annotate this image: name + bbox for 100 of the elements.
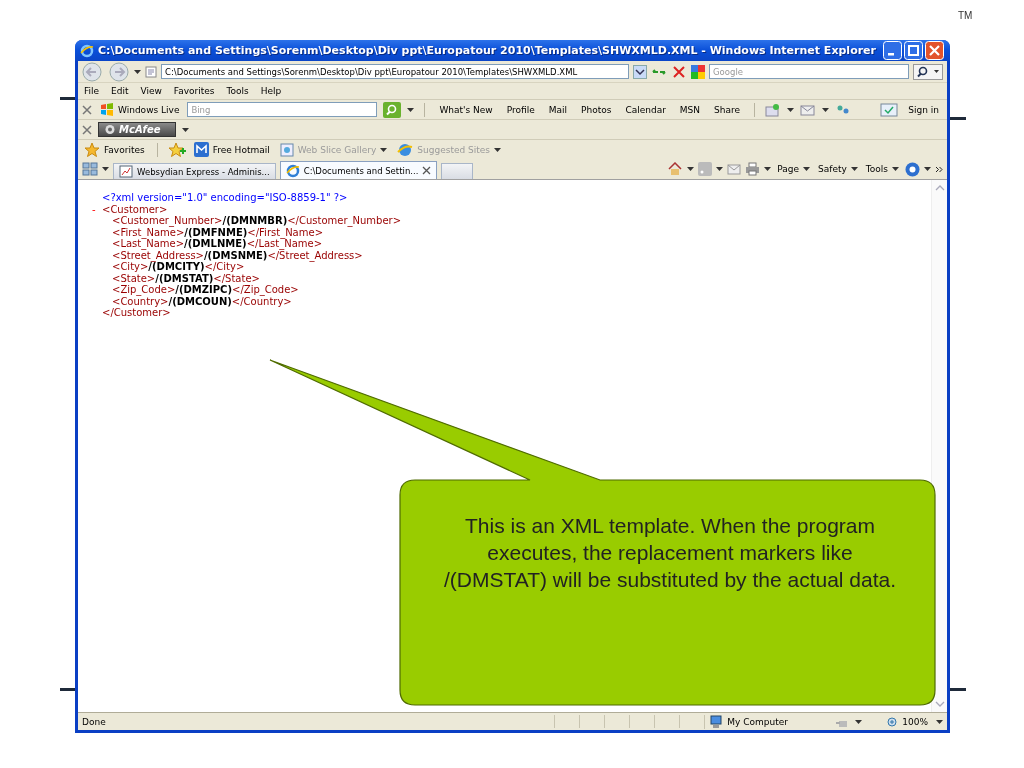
favorites-link[interactable]: Free Hotmail [191, 142, 272, 157]
xml-tag: <State> [112, 272, 156, 284]
home-icon[interactable] [667, 162, 684, 176]
xml-tag: <Zip_Code> [112, 284, 176, 296]
caret-icon[interactable] [764, 166, 772, 172]
window-title: C:\Documents and Settings\Sorenm\Desktop\Div ppt\Europatour 2010\Templates\SHWXMLD.XML - Windows Internet Explorer [98, 44, 877, 57]
toolbar-link[interactable]: MSN [675, 104, 705, 115]
computer-icon [709, 714, 724, 729]
caret-icon[interactable] [924, 166, 931, 172]
xml-tag: <Customer> [102, 203, 168, 215]
browser-tab[interactable]: Websydian Express - Adminis... [113, 163, 276, 179]
command-menu[interactable]: Tools [863, 164, 901, 174]
zoom-button[interactable]: 100% [884, 715, 930, 728]
xml-value: /(DMSNME) [203, 249, 268, 261]
mcafee-button[interactable]: McAfee [98, 122, 176, 137]
maximize-icon[interactable] [904, 41, 923, 60]
xml-tag: </Street_Address> [267, 249, 363, 261]
xml-value: /(DMLNME) [184, 238, 247, 249]
xml-tag: <First_Name> [112, 226, 185, 238]
close-icon[interactable] [422, 166, 432, 175]
xml-tag: </Customer> [102, 307, 171, 319]
windows-live-button[interactable]: Windows Live [98, 103, 182, 116]
security-zone: My Computer [704, 714, 830, 729]
xml-value: /(DMFNME) [184, 226, 248, 238]
menu-item[interactable]: Edit [111, 86, 129, 96]
caret-icon[interactable] [687, 166, 695, 172]
menu-item[interactable]: Tools [226, 86, 249, 96]
search-icon[interactable] [913, 63, 943, 80]
toolbar-link[interactable]: Photos [577, 104, 616, 115]
toolbar-link[interactable]: What's New [435, 104, 497, 115]
menu-item[interactable]: Favorites [173, 86, 215, 96]
status-text: Done [82, 716, 107, 727]
caret-icon[interactable] [102, 166, 109, 172]
callout-text: This is an XML template. When the program executes, the replacement markers like /(DMSTAT) will be substituted by the actual data. [442, 513, 898, 593]
xml-tag: </Zip_Code> [232, 284, 299, 296]
mail-tile-icon [193, 142, 209, 157]
toolbar-link[interactable]: Calendar [621, 104, 670, 115]
trademark: TM [958, 10, 973, 21]
toolbar-link[interactable]: Profile [502, 104, 539, 115]
sign-in-link[interactable]: Sign in [904, 104, 943, 115]
xml-tag: <City> [112, 261, 149, 273]
menu-item[interactable]: Help [260, 86, 282, 96]
search-field[interactable]: Bing [187, 102, 378, 117]
address-field[interactable]: C:\Documents and Settings\Sorenm\Desktop\Div ppt\Europatour 2010\Templates\SHWXMLD.XML [161, 64, 629, 79]
minimize-icon[interactable] [883, 41, 902, 60]
xml-value: /(DMCOUN) [168, 295, 232, 307]
toolbar-link[interactable]: Share [710, 104, 745, 115]
caret-icon[interactable] [850, 166, 858, 172]
caret-icon[interactable] [787, 106, 795, 113]
close-icon[interactable] [82, 124, 92, 135]
windows-flag-icon [100, 103, 114, 116]
caret-icon[interactable] [855, 718, 863, 725]
xml-value: /(DMCITY) [148, 261, 205, 273]
search-field[interactable]: Google [709, 64, 909, 79]
xml-value: /(DMZIPC) [175, 284, 233, 295]
caret-icon[interactable] [407, 106, 415, 113]
xml-value: /(DMNMBR) [222, 215, 288, 226]
xml-tag: </First_Name> [247, 226, 324, 238]
shield-icon [105, 124, 115, 135]
xml-value: /(DMSTAT) [155, 272, 214, 284]
command-menu[interactable]: Safety [816, 164, 860, 174]
xml-tag: </City> [204, 261, 245, 273]
caret-icon[interactable] [822, 106, 830, 113]
caret-icon[interactable] [134, 68, 141, 75]
page-icon [279, 142, 294, 157]
caret-icon[interactable] [803, 166, 811, 172]
star-icon [84, 142, 100, 157]
xml-tag: <Street_Address> [112, 249, 204, 261]
zoom-icon [886, 715, 899, 728]
chevron-icon[interactable] [935, 165, 943, 173]
xml-tag: <Last_Name> [112, 238, 185, 250]
google-logo-icon [691, 64, 705, 79]
caret-icon[interactable] [936, 718, 943, 725]
xml-tag: <Country> [112, 295, 169, 307]
xml-tag: </Last_Name> [246, 238, 323, 250]
command-menu[interactable]: Page [775, 164, 813, 174]
xml-tag: <Customer_Number> [112, 215, 223, 227]
help-icon[interactable] [905, 161, 920, 177]
stop-icon[interactable] [671, 64, 687, 79]
browser-logo-icon [80, 43, 94, 58]
add-favorite-icon[interactable] [167, 142, 186, 157]
checkbox-icon[interactable] [880, 102, 899, 117]
caret-icon[interactable] [181, 126, 189, 133]
xml-tag: </State> [213, 272, 260, 284]
close-icon[interactable] [82, 104, 92, 115]
favorites-button[interactable]: Favorites [82, 142, 147, 157]
browser-tab[interactable]: C:\Documents and Settin... [279, 161, 438, 179]
xml-tag: </Customer_Number> [287, 215, 402, 227]
xml-declaration: <?xml version="1.0" encoding="ISO-8859-1" ?> [102, 192, 348, 204]
menu-item[interactable]: View [140, 86, 162, 96]
caret-icon[interactable] [892, 166, 899, 172]
browser-logo-icon [285, 163, 300, 178]
dropdown-icon[interactable] [633, 64, 647, 79]
printer-icon[interactable] [745, 162, 761, 176]
collapse-toggle[interactable]: - [92, 203, 102, 215]
globe-icon [397, 142, 414, 157]
menu-item[interactable]: File [84, 86, 100, 96]
caret-icon[interactable] [716, 166, 724, 172]
xml-tag: </Country> [231, 295, 292, 307]
toolbar-link[interactable]: Mail [544, 104, 571, 115]
